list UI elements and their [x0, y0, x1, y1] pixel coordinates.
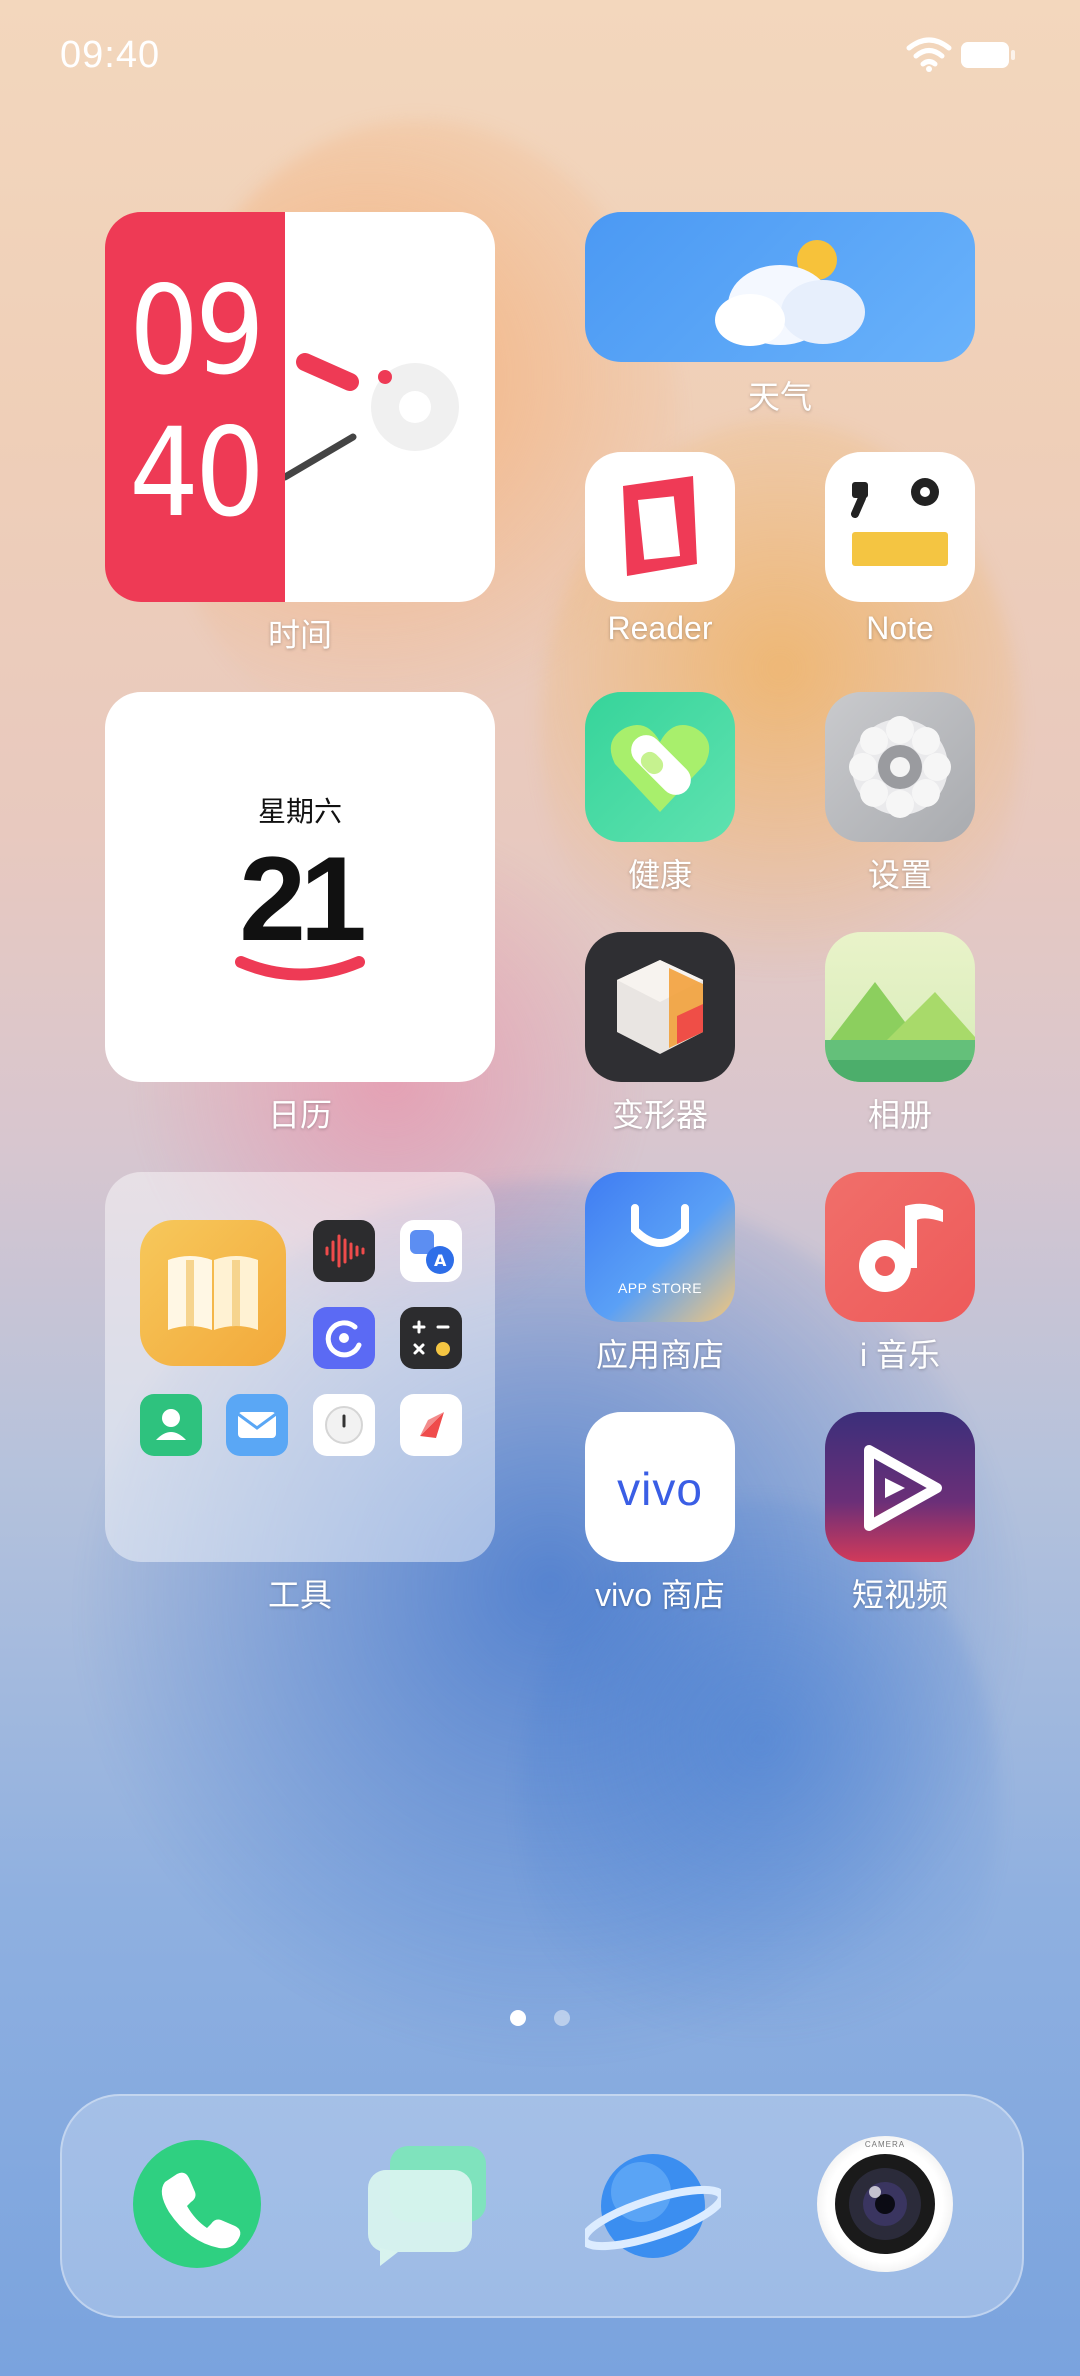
- weather-widget[interactable]: [585, 212, 975, 362]
- waveform-icon: [325, 1234, 365, 1268]
- wifi-icon: [906, 37, 952, 72]
- tools-folder[interactable]: A: [105, 1172, 495, 1562]
- note-app-icon[interactable]: [825, 452, 975, 602]
- clock-analog-panel: [281, 212, 495, 602]
- app-store-app-icon[interactable]: APP STORE: [585, 1172, 735, 1322]
- gear-icon: [849, 716, 951, 818]
- calculator-mini-icon[interactable]: [400, 1307, 462, 1369]
- music-note-icon: [859, 1203, 943, 1292]
- dock-messages-button[interactable]: [360, 2140, 496, 2276]
- mail-icon: [237, 1412, 277, 1438]
- calendar-smile-icon: [235, 956, 365, 981]
- play-icon: [864, 1445, 942, 1531]
- short-video-app-label: 短视频: [851, 1577, 948, 1613]
- dock-phone-button[interactable]: [133, 2140, 261, 2268]
- clock-widget[interactable]: 09 40: [105, 212, 495, 602]
- partly-cloudy-icon: [715, 240, 865, 346]
- reader-app-label: Reader: [607, 610, 713, 646]
- books-mini-icon[interactable]: [140, 1220, 286, 1366]
- calendar-widget-label: 日历: [267, 1097, 332, 1133]
- translate-icon: A: [410, 1230, 454, 1274]
- health-icon: [610, 725, 710, 812]
- app-store-badge-text: APP STORE: [617, 1280, 703, 1296]
- short-video-app-icon[interactable]: [825, 1412, 975, 1562]
- music-app-icon[interactable]: [825, 1172, 975, 1322]
- vivo-store-app-icon[interactable]: vivo: [585, 1412, 735, 1562]
- clock-minute: 40: [129, 402, 265, 544]
- note-icon: [851, 478, 948, 566]
- vivo-store-app-label: vivo 商店: [595, 1577, 725, 1613]
- health-app-icon[interactable]: [585, 692, 735, 842]
- clock-hour: 09: [129, 260, 265, 402]
- transformer-app-icon[interactable]: [585, 932, 735, 1082]
- messages-icon: [368, 2146, 486, 2266]
- camera-lens-text: CAMERA: [864, 2140, 906, 2149]
- svg-text:A: A: [434, 1251, 447, 1270]
- phone-icon: [161, 2172, 241, 2249]
- gallery-app-icon[interactable]: [825, 932, 975, 1082]
- contacts-mini-icon[interactable]: [140, 1394, 202, 1456]
- voice-recorder-mini-icon[interactable]: [313, 1220, 375, 1282]
- health-app-label: 健康: [627, 857, 692, 893]
- settings-app-label: 设置: [867, 857, 932, 893]
- weather-widget-label: 天气: [747, 379, 812, 415]
- dock-camera-button[interactable]: CAMERA: [817, 2136, 953, 2272]
- browser-icon: [585, 2154, 721, 2258]
- remote-mini-icon[interactable]: [313, 1307, 375, 1369]
- contact-icon: [156, 1409, 186, 1440]
- remote-icon: [325, 1320, 362, 1358]
- clock-tool-icon: [325, 1406, 363, 1444]
- calendar-day: 21: [239, 832, 366, 966]
- calculator-icon: [412, 1320, 450, 1356]
- settings-app-icon[interactable]: [825, 692, 975, 842]
- app-store-app-label: 应用商店: [595, 1337, 724, 1373]
- calendar-weekday: 星期六: [257, 796, 342, 827]
- tools-folder-label: 工具: [267, 1577, 332, 1613]
- book-icon: [168, 1256, 258, 1330]
- note-app-label: Note: [866, 610, 934, 646]
- page-dot-2[interactable]: [554, 2010, 570, 2026]
- navigation-icon: [420, 1412, 444, 1438]
- music-app-label: i 音乐: [859, 1337, 940, 1373]
- safari-mini-icon[interactable]: [400, 1394, 462, 1456]
- clock-digital-panel: 09 40: [105, 212, 285, 602]
- camera-icon: [835, 2154, 935, 2254]
- mountain-icon: [825, 982, 975, 1082]
- page-dot-1[interactable]: [510, 2010, 526, 2026]
- compass-mini-icon[interactable]: [313, 1394, 375, 1456]
- dock-browser-button[interactable]: [585, 2140, 721, 2276]
- vivo-logo: vivo: [617, 1463, 703, 1515]
- status-time: 09:40: [60, 34, 161, 76]
- email-mini-icon[interactable]: [226, 1394, 288, 1456]
- gallery-app-label: 相册: [867, 1097, 932, 1133]
- cube-icon: [617, 960, 703, 1054]
- battery-icon: [961, 42, 1015, 68]
- analog-clock-icon: [281, 353, 459, 481]
- clock-widget-label: 时间: [267, 617, 332, 653]
- shopping-bag-icon: [631, 1204, 689, 1247]
- calendar-widget[interactable]: 星期六 21: [105, 692, 495, 1082]
- reader-app-icon[interactable]: [585, 452, 735, 602]
- reader-icon: [623, 476, 697, 576]
- translate-mini-icon[interactable]: A: [400, 1220, 462, 1282]
- transformer-app-label: 变形器: [611, 1097, 708, 1133]
